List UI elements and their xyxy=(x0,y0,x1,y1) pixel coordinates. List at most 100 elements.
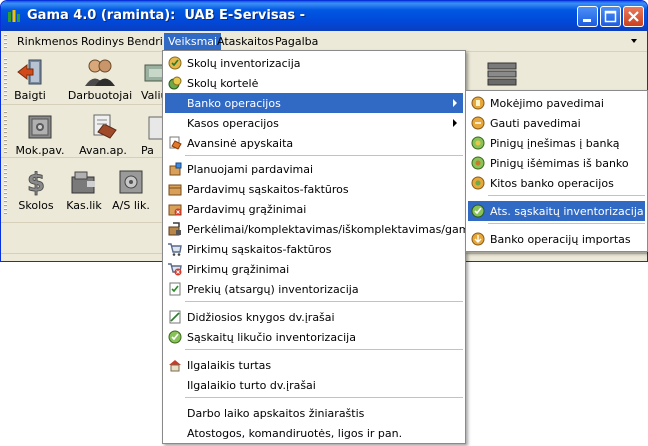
menu-item-label: Ilgalaikio turto dv.įrašai xyxy=(187,379,316,392)
exit-button[interactable]: Baigti xyxy=(13,57,47,102)
menu-item-label: Skolų kortelė xyxy=(187,77,259,90)
minimize-icon xyxy=(583,19,591,22)
menu-item-label: Pirkimų sąskaitos-faktūros xyxy=(187,243,332,256)
ledger-entry-icon xyxy=(169,310,181,324)
bank-withdrawal-icon xyxy=(471,156,485,170)
debts-label: Skolos xyxy=(18,199,54,212)
veiksmai-menu: Skolų inventorizacija Skolų kortelė Bank… xyxy=(162,50,490,444)
menu-item-account-balance-inventory[interactable]: Sąskaitų likučio inventorizacija xyxy=(165,327,463,347)
sales-invoice-icon xyxy=(168,184,182,196)
menu-item-bank-import[interactable]: Banko operacijų importas xyxy=(468,229,645,249)
menu-item-account-inventory[interactable]: Ats. sąskaitų inventorizacija xyxy=(468,201,645,221)
debts-button[interactable]: $ Skolos xyxy=(15,167,57,212)
toolbar-row-1: Baigti Darbuotojai Valiu xyxy=(1,53,171,105)
menubar-grip[interactable] xyxy=(4,34,7,49)
dollar-icon: $ xyxy=(27,168,46,197)
menu-item-leaves-trips[interactable]: Atostogos, komandiruotės, ligos ir pan. xyxy=(165,423,463,443)
close-button[interactable] xyxy=(623,6,644,27)
menu-item-label: Darbo laiko apskaitos žiniaraštis xyxy=(187,407,365,420)
menu-bendri[interactable]: Bendri xyxy=(123,33,167,50)
toolbar-grip[interactable] xyxy=(4,111,7,153)
title-bar[interactable]: Gama 4.0 (raminta): UAB E-Servisas - xyxy=(1,1,647,31)
stock-inventory-icon xyxy=(169,282,181,296)
fixed-asset-icon xyxy=(169,360,181,372)
menu-separator xyxy=(185,301,463,302)
menu-item-label: Ilgalaikis turtas xyxy=(187,359,272,372)
menu-item-label: Gauti pavedimai xyxy=(490,117,581,130)
menu-item-label: Atostogos, komandiruotės, ligos ir pan. xyxy=(187,427,403,440)
menu-bar: Rinkmenos Rodinys Bendri Veiksmai Ataska… xyxy=(1,31,647,52)
menu-item-fixed-asset-entries[interactable]: Ilgalaikio turto dv.įrašai xyxy=(165,375,463,395)
menu-rodinys[interactable]: Rodinys xyxy=(77,33,128,50)
menu-item-payment-orders[interactable]: Mokėjimo pavedimai xyxy=(468,93,645,113)
menu-item-fixed-assets[interactable]: Ilgalaikis turtas xyxy=(165,355,463,375)
bank-operations-submenu: Mokėjimo pavedimai Gauti pavedimai Pinig… xyxy=(465,90,648,252)
menu-ataskaitos[interactable]: Ataskaitos xyxy=(213,33,278,50)
menu-item-label: Skolų inventorizacija xyxy=(187,57,301,70)
menu-item-debt-card[interactable]: Skolų kortelė xyxy=(165,73,463,93)
menu-item-purchase-invoices[interactable]: Pirkimų sąskaitos-faktūros xyxy=(165,239,463,259)
purchase-invoice-icon xyxy=(168,243,182,256)
menu-item-received-transfers[interactable]: Gauti pavedimai xyxy=(468,113,645,133)
submenu-arrow-icon xyxy=(453,119,457,127)
menu-item-sales-invoices[interactable]: Pardavimų sąskaitos-faktūros xyxy=(165,179,463,199)
as-balance-label: A/S lik. xyxy=(112,199,150,212)
other-bank-ops-icon xyxy=(471,176,485,190)
menu-item-other-bank-operations[interactable]: Kitos banko operacijos xyxy=(468,173,645,193)
payments-label: Mok.pav. xyxy=(15,144,65,157)
employees-button[interactable]: Darbuotojai xyxy=(67,57,133,102)
exit-label: Baigti xyxy=(14,89,46,102)
menu-item-sales-returns[interactable]: Pardavimų grąžinimai xyxy=(165,199,463,219)
menu-item-label: Planuojami pardavimai xyxy=(187,163,314,176)
reports-stack-icon[interactable] xyxy=(485,59,519,89)
menu-item-planned-sales[interactable]: Planuojami pardavimai xyxy=(165,159,463,179)
sales-return-icon xyxy=(168,204,182,216)
menu-item-timesheet[interactable]: Darbo laiko apskaitos žiniaraštis xyxy=(165,403,463,423)
maximize-button[interactable] xyxy=(600,6,621,27)
menu-item-advance-report[interactable]: Avansinė apyskaita xyxy=(165,133,463,153)
menu-item-label: Banko operacijų importas xyxy=(490,233,631,246)
menu-item-transfers[interactable]: Perkėlimai/komplektavimas/iškomplektavim… xyxy=(165,219,490,239)
menu-item-label: Perkėlimai/komplektavimas/iškomplektavim… xyxy=(187,223,490,236)
debt-inventory-icon xyxy=(168,56,182,70)
bank-import-icon xyxy=(471,232,485,246)
menu-item-label: Ats. sąskaitų inventorizacija xyxy=(490,205,644,218)
toolbar-grip[interactable] xyxy=(4,58,7,100)
employees-icon xyxy=(85,59,115,86)
minimize-button[interactable] xyxy=(577,6,598,27)
menu-item-bank-withdrawal[interactable]: Pinigų išėmimas iš banko xyxy=(468,153,645,173)
menu-separator xyxy=(185,397,463,398)
advance-report-button[interactable]: Avan.ap. xyxy=(77,112,129,157)
menu-item-bank-deposit[interactable]: Pinigų įnešimas į banką xyxy=(468,133,645,153)
payments-button[interactable]: Mok.pav. xyxy=(13,112,67,157)
menu-item-debt-inventory[interactable]: Skolų inventorizacija xyxy=(165,53,463,73)
menu-rinkmenos[interactable]: Rinkmenos xyxy=(13,33,82,50)
menu-item-label: Kitos banko operacijos xyxy=(490,177,614,190)
menu-item-cash-operations[interactable]: Kasos operacijos xyxy=(165,113,463,133)
menu-item-label: Avansinė apyskaita xyxy=(187,137,294,150)
toolbar-row-2: Mok.pav. Avan.ap. Pa xyxy=(1,106,171,158)
menu-item-label: Pardavimų grąžinimai xyxy=(187,203,307,216)
menu-item-purchase-returns[interactable]: Pirkimų grąžinimai xyxy=(165,259,463,279)
account-check-icon xyxy=(471,204,485,218)
menu-item-label: Sąskaitų likučio inventorizacija xyxy=(187,331,356,344)
toolbar-grip[interactable] xyxy=(4,164,7,214)
advance-report-label: Avan.ap. xyxy=(79,144,127,157)
menu-pagalba[interactable]: Pagalba xyxy=(271,33,322,50)
cash-register-icon xyxy=(71,171,95,194)
exit-door-icon xyxy=(17,59,42,85)
menu-item-stock-inventory[interactable]: Prekių (atsargų) inventorizacija xyxy=(165,279,463,299)
menu-item-ledger-entries[interactable]: Didžiosios knygos dv.įrašai xyxy=(165,307,463,327)
menu-item-label: Pardavimų sąskaitos-faktūros xyxy=(187,183,349,196)
menu-item-label: Mokėjimo pavedimai xyxy=(490,97,604,110)
menu-item-label: Prekių (atsargų) inventorizacija xyxy=(187,283,359,296)
chevron-down-icon[interactable] xyxy=(631,39,637,43)
menu-item-bank-operations[interactable]: Banko operacijos xyxy=(165,93,463,113)
planned-sales-icon xyxy=(169,162,182,176)
menu-item-label: Banko operacijos xyxy=(187,97,281,110)
cash-balance-label: Kas.lik xyxy=(66,199,102,212)
payment-order-icon xyxy=(471,96,485,110)
as-balance-button[interactable]: A/S lik. xyxy=(109,167,153,212)
cash-balance-button[interactable]: Kas.lik xyxy=(63,167,105,212)
employees-label: Darbuotojai xyxy=(67,89,133,102)
